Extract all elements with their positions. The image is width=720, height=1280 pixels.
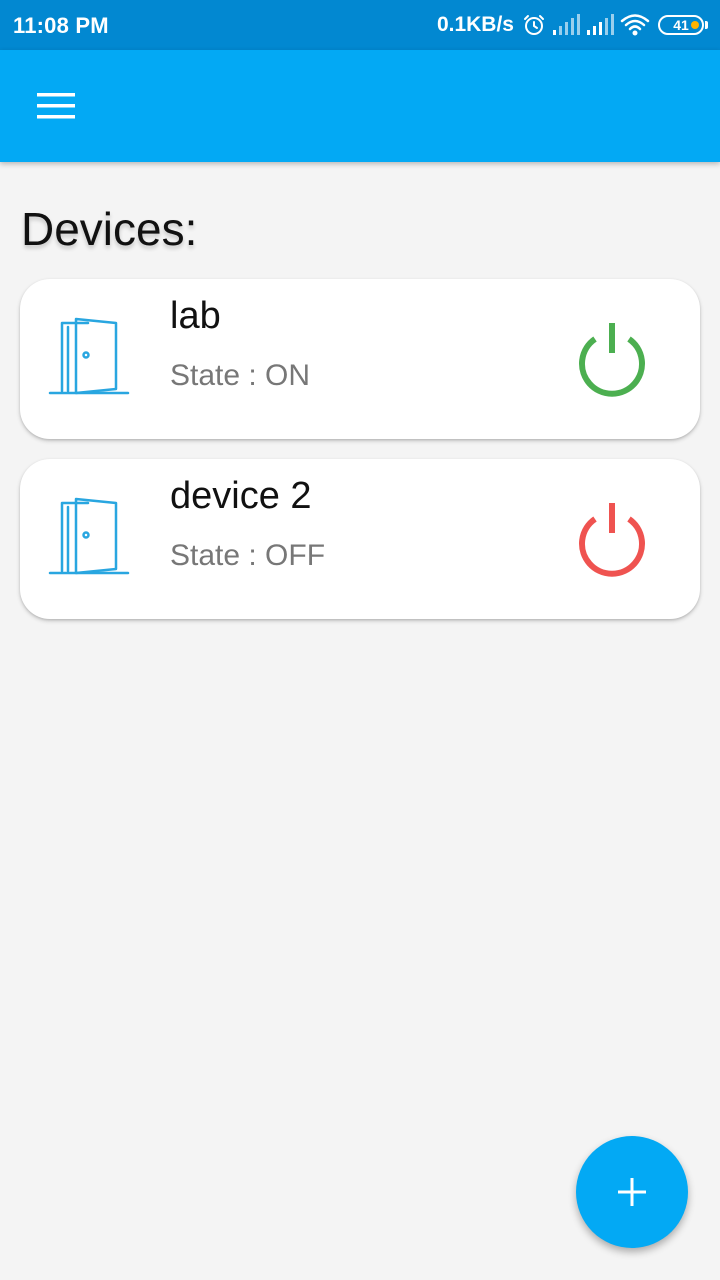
signal-icon bbox=[587, 14, 614, 35]
battery-level: 41 bbox=[673, 17, 689, 33]
door-icon bbox=[48, 317, 130, 395]
page-title: Devices: bbox=[21, 203, 198, 255]
network-speed: 0.1KB/s bbox=[436, 13, 514, 36]
device-card-device-2[interactable]: device 2 State : OFF bbox=[20, 459, 700, 619]
app-bar bbox=[0, 50, 720, 162]
alarm-icon bbox=[524, 15, 544, 35]
device-name: device 2 bbox=[170, 475, 312, 517]
device-card-lab[interactable]: lab State : ON bbox=[20, 279, 700, 439]
device-state: State : OFF bbox=[170, 539, 326, 572]
wifi-icon bbox=[620, 14, 650, 36]
door-icon bbox=[48, 497, 130, 575]
status-icons: 0.1KB/s 41 bbox=[437, 10, 708, 40]
device-state: State : ON bbox=[170, 359, 311, 392]
menu-button[interactable] bbox=[28, 78, 84, 134]
add-device-button[interactable] bbox=[576, 1136, 688, 1248]
battery-icon: 41 bbox=[658, 15, 704, 35]
status-time: 11:08 PM bbox=[13, 13, 109, 38]
signal-icon bbox=[553, 14, 580, 35]
hamburger-menu-icon[interactable] bbox=[37, 91, 75, 121]
plus-icon[interactable] bbox=[616, 1176, 648, 1208]
battery-tip bbox=[705, 21, 708, 29]
power-icon[interactable] bbox=[568, 315, 656, 403]
status-bar: 11:08 PM 0.1KB/s 41 bbox=[0, 0, 720, 50]
power-icon[interactable] bbox=[568, 495, 656, 583]
device-name: lab bbox=[170, 295, 221, 337]
